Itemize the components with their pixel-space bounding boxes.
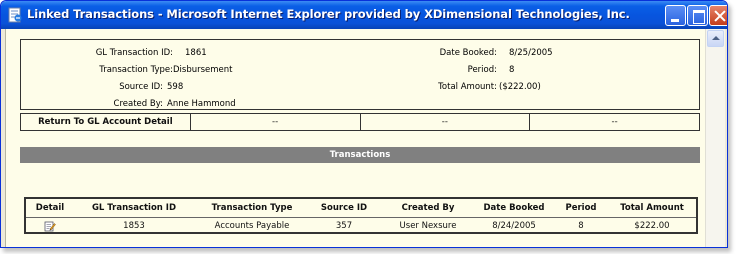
date-booked-label: Date Booked: (439, 48, 497, 58)
source-id-cell: 357 (335, 221, 353, 231)
table-row: 1853 Accounts Payable 357 User Nexsure 8… (26, 217, 696, 233)
column-header-source-id: Source ID (320, 203, 368, 213)
window-title: Linked Transactions - Microsoft Internet… (27, 7, 630, 21)
table-header-row: Detail GL Transaction ID Transaction Typ… (26, 200, 696, 216)
source-id-label: Source ID: (119, 82, 163, 92)
title-bar[interactable]: Linked Transactions - Microsoft Internet… (1, 1, 727, 29)
date-booked-value: 8/25/2005 (509, 48, 553, 58)
transactions-section-header: Transactions (20, 147, 700, 163)
transaction-type-cell: Accounts Payable (214, 221, 290, 231)
period-value: 8 (509, 65, 515, 75)
column-header-detail: Detail (35, 203, 65, 213)
vertical-scrollbar[interactable] (705, 29, 725, 247)
total-amount-cell: $222.00 (634, 221, 670, 231)
transaction-type-label: Transaction Type: (99, 65, 173, 75)
gl-transaction-id-cell: 1853 (123, 221, 145, 231)
source-id-value: 598 (167, 82, 184, 92)
total-amount-value: ($222.00) (499, 82, 541, 92)
column-header-transaction-type: Transaction Type (211, 203, 293, 213)
total-amount-label: Total Amount: (438, 82, 497, 92)
transaction-type-value: Disbursement (173, 65, 233, 75)
nav-placeholder-cell: -- (361, 114, 531, 130)
transactions-table: Detail GL Transaction ID Transaction Typ… (24, 197, 698, 234)
close-button[interactable] (709, 5, 727, 26)
browser-window: Linked Transactions - Microsoft Internet… (0, 0, 728, 248)
ie-page-icon (8, 7, 22, 23)
maximize-button[interactable] (687, 5, 708, 26)
created-by-label: Created By: (113, 99, 163, 109)
transaction-details-panel: GL Transaction ID: 1861 Transaction Type… (20, 39, 700, 110)
column-header-gl-transaction-id: GL Transaction ID (91, 203, 177, 213)
scroll-up-button[interactable] (707, 30, 724, 47)
nav-placeholder-cell: -- (191, 114, 361, 130)
created-by-value: Anne Hammond (167, 99, 236, 109)
column-header-created-by: Created By (401, 203, 455, 213)
gl-transaction-id-label: GL Transaction ID: (95, 48, 173, 58)
column-header-period: Period (565, 203, 597, 213)
period-label: Period: (467, 65, 497, 75)
column-header-date-booked: Date Booked (483, 203, 545, 213)
date-booked-cell: 8/24/2005 (492, 221, 536, 231)
created-by-cell: User Nexsure (399, 221, 457, 231)
detail-cell (30, 218, 70, 234)
navigation-row: Return To GL Account Detail -- -- -- (20, 113, 700, 131)
column-header-total-amount: Total Amount (620, 203, 684, 213)
edit-icon[interactable] (44, 220, 56, 232)
period-cell: 8 (578, 221, 584, 231)
gl-transaction-id-value: 1861 (185, 48, 207, 58)
minimize-button[interactable] (665, 5, 686, 26)
return-to-gl-account-link[interactable]: Return To GL Account Detail (21, 114, 191, 130)
page-content: GL Transaction ID: 1861 Transaction Type… (5, 29, 705, 247)
nav-placeholder-cell: -- (611, 117, 618, 127)
